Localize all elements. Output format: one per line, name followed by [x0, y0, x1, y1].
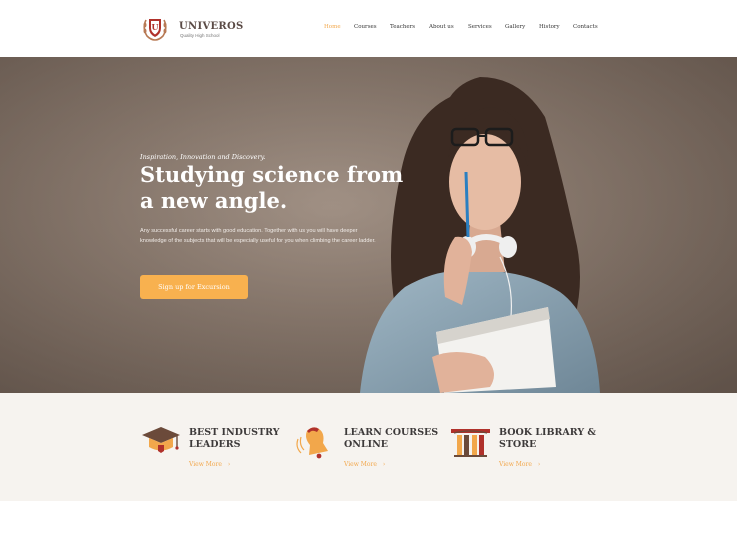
graduation-cap-icon	[142, 427, 180, 453]
chevron-right-icon: ›	[227, 461, 231, 468]
feature-title: Best Industry Leaders	[189, 427, 280, 450]
view-more-link[interactable]: View More ›	[189, 461, 230, 468]
hero-photo	[0, 57, 737, 393]
chevron-right-icon: ›	[537, 461, 541, 468]
hero-description: Any successful career starts with good e…	[140, 228, 376, 244]
nav-teachers[interactable]: Teachers	[390, 24, 415, 30]
nav-gallery[interactable]: Gallery	[505, 24, 525, 30]
nav-courses[interactable]: Courses	[354, 24, 377, 30]
nav-about-us[interactable]: About us	[429, 24, 454, 30]
feature-title: Book Library & Store	[499, 427, 597, 450]
view-more-link[interactable]: View More ›	[344, 461, 385, 468]
chevron-right-icon: ›	[382, 461, 386, 468]
nav-history[interactable]: History	[539, 24, 560, 30]
hero-section: Inspiration, Innovation and Discovery. S…	[0, 57, 737, 393]
view-more-label: View More	[499, 461, 532, 468]
features-section: Best Industry Leaders View More › Learn C…	[0, 393, 737, 501]
view-more-label: View More	[344, 461, 377, 468]
nav-home[interactable]: Home	[324, 24, 341, 30]
main-nav: Home Courses Teachers About us Services …	[0, 24, 737, 34]
sign-up-excursion-button[interactable]: Sign up for Excursion	[140, 275, 248, 299]
bell-icon	[296, 427, 328, 459]
feature-title: Learn Courses Online	[344, 427, 439, 450]
nav-services[interactable]: Services	[468, 24, 492, 30]
view-more-link[interactable]: View More ›	[499, 461, 540, 468]
books-icon	[451, 429, 490, 457]
view-more-label: View More	[189, 461, 222, 468]
site-header: U UNIVEROS Quality High School Home Cour…	[0, 0, 737, 57]
hero-title: Studying science from a new angle.	[140, 162, 404, 213]
hero-kicker: Inspiration, Innovation and Discovery.	[140, 153, 266, 161]
feature-courses-online: Learn Courses Online View More ›	[295, 393, 445, 501]
feature-industry-leaders: Best Industry Leaders View More ›	[140, 393, 290, 501]
nav-contacts[interactable]: Contacts	[573, 24, 598, 30]
feature-book-library: Book Library & Store View More ›	[450, 393, 610, 501]
